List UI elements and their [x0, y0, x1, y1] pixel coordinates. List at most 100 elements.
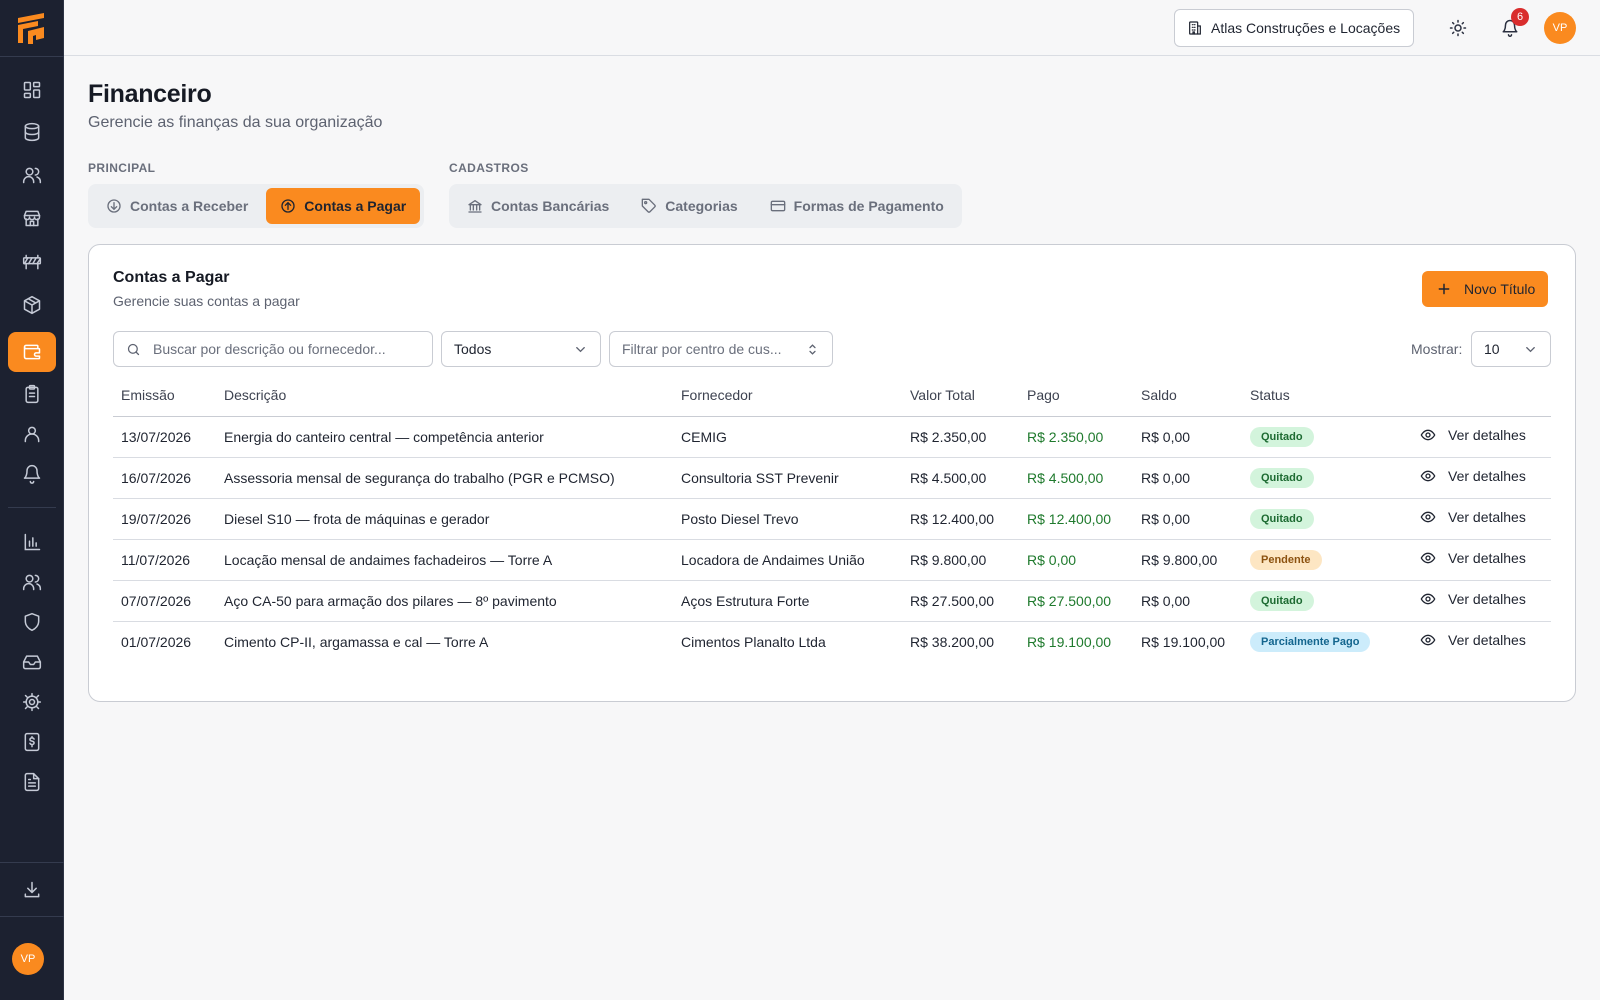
actions-cell: Ver detalhes	[1412, 539, 1551, 581]
column-header[interactable]: Fornecedor	[673, 375, 902, 417]
ver-detalhes-label: Ver detalhes	[1448, 468, 1526, 484]
sidebar-avatar[interactable]: VP	[12, 943, 44, 975]
sidebar-item-profile[interactable]	[8, 414, 56, 454]
actions-cell: Ver detalhes	[1412, 416, 1551, 458]
sidebar-item-billing[interactable]	[8, 722, 56, 762]
bank-icon	[468, 200, 482, 213]
payables-table: Emissão Descrição Fornecedor Valor Total…	[113, 375, 1551, 662]
search-icon	[127, 343, 140, 355]
descricao-cell: Locação mensal de andaimes fachadeiros —…	[216, 539, 673, 581]
sidebar-item-tasks[interactable]	[8, 374, 56, 414]
sidebar-item-financeiro[interactable]	[8, 332, 56, 372]
app-logo-icon[interactable]	[14, 10, 50, 46]
cost-center-select[interactable]: Filtrar por centro de cus...	[609, 331, 833, 367]
sidebar-item-database[interactable]	[8, 112, 56, 152]
sidebar-item-notifications[interactable]	[8, 454, 56, 494]
eye-icon	[1420, 552, 1436, 564]
sidebar-item-store[interactable]	[8, 198, 56, 238]
page-title: Financeiro	[88, 80, 212, 108]
tab-contas-a-pagar[interactable]: Contas a Pagar	[266, 188, 421, 224]
valor-total-cell: R$ 27.500,00	[902, 580, 1019, 622]
sidebar-item-dashboard[interactable]	[8, 70, 56, 110]
valor-total-cell: R$ 12.400,00	[902, 498, 1019, 540]
tab-formas-de-pagamento[interactable]: Formas de Pagamento	[756, 188, 958, 224]
descricao-cell: Energia do canteiro central — competênci…	[216, 416, 673, 458]
fornecedor-cell: Consultoria SST Prevenir	[673, 457, 902, 499]
cost-center-placeholder: Filtrar por centro de cus...	[622, 341, 782, 357]
column-header[interactable]: Emissão	[113, 375, 216, 417]
wallet-icon	[23, 344, 41, 360]
column-header[interactable]: Saldo	[1133, 375, 1242, 417]
status-badge: Pendente	[1250, 549, 1322, 570]
actions-cell: Ver detalhes	[1412, 621, 1551, 662]
sidebar-item-security[interactable]	[8, 602, 56, 642]
novo-titulo-label: Novo Título	[1464, 281, 1536, 297]
novo-titulo-button[interactable]: Novo Título	[1422, 271, 1549, 307]
page-size-select[interactable]: 10	[1471, 331, 1551, 367]
bell-icon	[23, 464, 41, 484]
search-field[interactable]	[113, 331, 433, 367]
tab-contas-a-receber[interactable]: Contas a Receber	[92, 188, 262, 224]
organization-selector[interactable]: Atlas Construções e Locações	[1174, 9, 1415, 47]
show-label: Mostrar:	[1411, 341, 1463, 357]
ver-detalhes-button[interactable]: Ver detalhes	[1420, 427, 1526, 443]
sidebar-item-team[interactable]	[8, 562, 56, 602]
fornecedor-cell: Locadora de Andaimes União	[673, 539, 902, 581]
sidebar-item-settings[interactable]	[8, 682, 56, 722]
ver-detalhes-label: Ver detalhes	[1448, 550, 1526, 566]
contas-a-pagar-card: Contas a Pagar Gerencie suas contas a pa…	[88, 244, 1576, 702]
status-badge: Quitado	[1250, 467, 1314, 488]
principal-group-label: PRINCIPAL	[88, 161, 156, 175]
sidebar-item-download[interactable]	[8, 870, 56, 910]
valor-total-cell: R$ 9.800,00	[902, 539, 1019, 581]
column-header[interactable]: Pago	[1019, 375, 1133, 417]
fornecedor-cell: Aços Estrutura Forte	[673, 580, 902, 622]
actions-cell: Ver detalhes	[1412, 498, 1551, 540]
sidebar-item-documents[interactable]	[8, 762, 56, 802]
arrow-down-circle-icon	[107, 199, 121, 213]
tab-contas-bancarias[interactable]: Contas Bancárias	[453, 188, 623, 224]
cadastros-group-label: CADASTROS	[449, 161, 529, 175]
shield-icon	[24, 612, 40, 632]
status-select-value: Todos	[454, 341, 492, 357]
page-subtitle: Gerencie as finanças da sua organização	[88, 114, 383, 131]
package-icon	[23, 295, 41, 315]
tab-categorias[interactable]: Categorias	[627, 188, 751, 224]
status-select[interactable]: Todos	[441, 331, 601, 367]
sidebar-item-inbox[interactable]	[8, 642, 56, 682]
users-icon	[22, 574, 42, 591]
ver-detalhes-button[interactable]: Ver detalhes	[1420, 468, 1526, 484]
fornecedor-cell: CEMIG	[673, 416, 902, 458]
notification-count-badge: 6	[1511, 8, 1529, 26]
theme-toggle-button[interactable]	[1446, 16, 1470, 40]
emissao-cell: 07/07/2026	[113, 580, 216, 622]
table-row: 19/07/2026 Diesel S10 — frota de máquina…	[113, 498, 1551, 540]
ver-detalhes-button[interactable]: Ver detalhes	[1420, 591, 1526, 607]
sidebar-item-clients[interactable]	[8, 155, 56, 195]
search-input[interactable]	[153, 341, 413, 357]
download-icon	[24, 881, 40, 898]
inbox-icon	[22, 655, 42, 670]
top-bar: Atlas Construções e Locações 6 VP	[64, 0, 1600, 56]
sidebar-item-products[interactable]	[8, 285, 56, 325]
status-badge: Parcialmente Pago	[1250, 631, 1371, 652]
ver-detalhes-button[interactable]: Ver detalhes	[1420, 550, 1526, 566]
ver-detalhes-button[interactable]: Ver detalhes	[1420, 509, 1526, 525]
sidebar-item-reports[interactable]	[8, 522, 56, 562]
actions-cell: Ver detalhes	[1412, 457, 1551, 499]
user-avatar[interactable]: VP	[1544, 12, 1576, 44]
column-header[interactable]: Valor Total	[902, 375, 1019, 417]
column-header[interactable]: Descrição	[216, 375, 673, 417]
saldo-cell: R$ 9.800,00	[1133, 539, 1242, 581]
ver-detalhes-label: Ver detalhes	[1448, 632, 1526, 649]
store-icon	[23, 210, 41, 227]
saldo-cell: R$ 0,00	[1133, 416, 1242, 458]
table-row: 11/07/2026 Locação mensal de andaimes fa…	[113, 539, 1551, 581]
column-header[interactable]: Status	[1242, 375, 1412, 417]
dashboard-icon	[23, 81, 41, 99]
emissao-cell: 01/07/2026	[121, 633, 192, 650]
status-badge: Quitado	[1250, 426, 1314, 447]
chevrons-up-down-icon	[809, 343, 816, 355]
ver-detalhes-button[interactable]: Ver detalhes	[1420, 632, 1526, 648]
sidebar-item-works[interactable]	[8, 242, 56, 282]
